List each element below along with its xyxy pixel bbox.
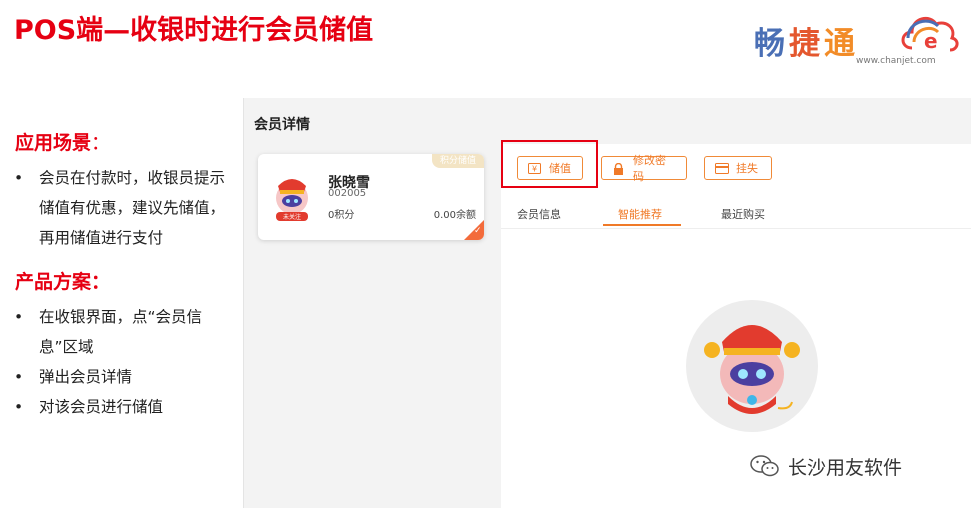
store-value-label: 储值 (549, 162, 571, 175)
pig-mascot-icon: 未关注 (276, 179, 308, 221)
wechat-icon (750, 455, 779, 477)
cloud-e-icon: e (901, 16, 959, 53)
change-password-button[interactable]: 修改密码 (601, 154, 687, 183)
member-code: 002005 (328, 188, 367, 199)
member-card[interactable]: 积分储值 未关注 张晓雪 002005 0积分 0.00余额 ✓ (258, 154, 484, 240)
wechat-watermark: 长沙用友软件 (750, 450, 950, 482)
selected-check-icon: ✓ (464, 220, 484, 240)
list-item: 在收银界面，点“会员信息”区域 (0, 302, 231, 362)
list-item: 会员在付款时，收银员提示储值有优惠，建议先储值，再用储值进行支付 (0, 163, 231, 253)
card-icon (715, 162, 729, 174)
logo-url: www.chanjet.com (856, 56, 936, 66)
lock-icon (612, 162, 625, 175)
member-balance: 0.00余额 (433, 210, 476, 221)
scene-title-colon: ： (91, 132, 111, 154)
yen-icon: ¥ (528, 162, 541, 174)
window-header: 会员详情 (244, 98, 971, 144)
detail-tabs: 会员信息 智能推荐 最近购买 (501, 198, 971, 229)
left-text-panel: 应用场景： 会员在付款时，收银员提示储值有优惠，建议先储值，再用储值进行支付 产… (0, 128, 238, 422)
watermark-text: 长沙用友软件 (788, 456, 903, 479)
pig-mascot-icon (704, 325, 800, 414)
list-item: 弹出会员详情 (0, 362, 231, 392)
plan-title: 产品方案： (15, 271, 111, 293)
change-password-label: 修改密码 (633, 154, 666, 183)
list-item: 对该会员进行储值 (0, 392, 231, 422)
tab-member-info[interactable]: 会员信息 (517, 206, 561, 222)
scene-title-text: 应用场景 (15, 132, 92, 154)
chanjet-logo: 畅捷通 e www.chanjet.com (752, 8, 964, 70)
slide-title: POS端—收银时进行会员储值 (14, 15, 374, 46)
corner-badge: 积分储值 (432, 154, 484, 168)
report-loss-button[interactable]: 挂失 (704, 156, 772, 180)
tab-recent-purchases[interactable]: 最近购买 (721, 206, 765, 222)
empty-state-illustration (686, 300, 818, 432)
plan-list: 在收银界面，点“会员信息”区域 弹出会员详情 对该会员进行储值 (0, 302, 238, 422)
tab-smart-recommend[interactable]: 智能推荐 (618, 206, 662, 222)
brand-char-1: 畅 (754, 26, 789, 62)
svg-text:e: e (924, 29, 938, 53)
window-title: 会员详情 (254, 117, 310, 133)
avatar-tag: 未关注 (283, 213, 301, 221)
member-detail-window: 会员详情 积分储值 未关注 张晓雪 002005 0积分 0.00余额 ✓ ¥ … (243, 98, 971, 508)
report-loss-label: 挂失 (736, 162, 758, 175)
scene-title: 应用场景： (15, 128, 238, 155)
brand-char-3: 通 (824, 26, 859, 62)
active-tab-indicator (603, 224, 681, 226)
store-value-button[interactable]: ¥ 储值 (517, 156, 583, 180)
svg-text:¥: ¥ (532, 164, 537, 173)
scene-list: 会员在付款时，收银员提示储值有优惠，建议先储值，再用储值进行支付 (0, 163, 238, 253)
brand-text: 畅捷通 (754, 18, 859, 63)
brand-char-2: 捷 (789, 26, 824, 62)
member-points: 0积分 (328, 210, 355, 221)
